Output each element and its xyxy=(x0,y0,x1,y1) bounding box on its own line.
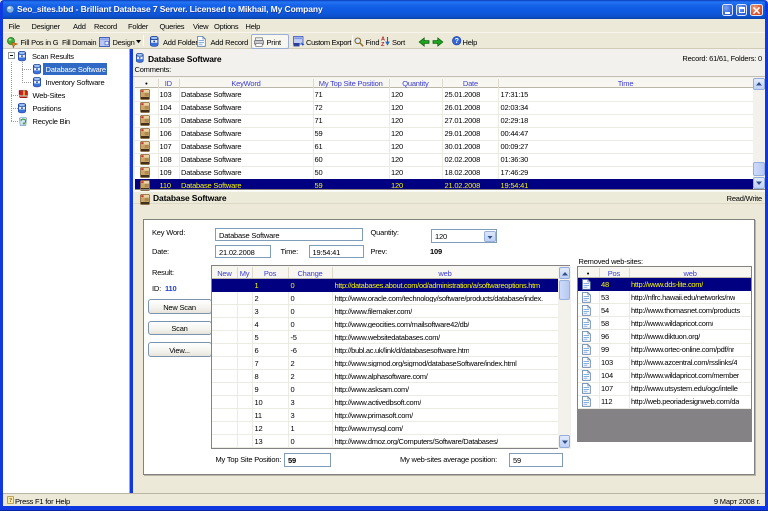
svg-text:Z: Z xyxy=(381,42,385,47)
svg-text:?: ? xyxy=(454,38,458,45)
svg-text:?: ? xyxy=(9,498,12,504)
